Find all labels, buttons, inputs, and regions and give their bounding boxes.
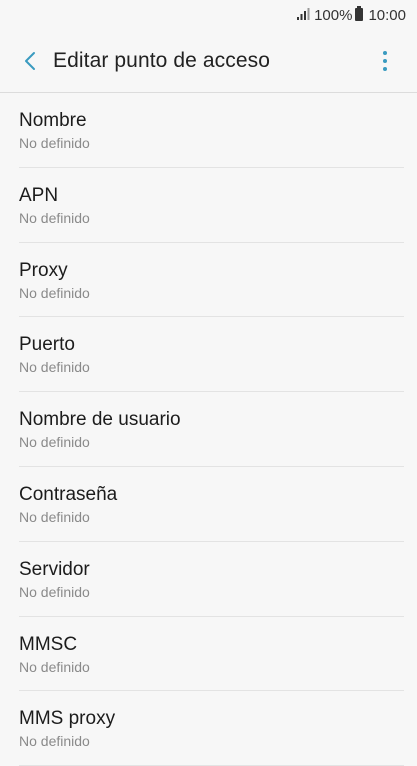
setting-nombre-de-usuario[interactable]: Nombre de usuario No definido <box>0 392 417 467</box>
setting-label: Contraseña <box>19 483 118 505</box>
battery-percentage: 100% <box>314 6 353 24</box>
setting-value: No definido <box>19 209 90 226</box>
setting-mms-proxy[interactable]: MMS proxy No definido <box>0 691 417 766</box>
setting-label: MMS proxy <box>19 708 116 730</box>
setting-value: No definido <box>19 284 90 301</box>
more-vertical-icon <box>383 51 387 55</box>
chevron-left-icon <box>25 52 35 70</box>
status-bar: 100% 10:00 <box>0 0 417 30</box>
app-bar: Editar punto de acceso <box>0 30 417 92</box>
setting-label: Nombre de usuario <box>19 409 181 431</box>
more-options-button[interactable] <box>373 42 397 80</box>
setting-label: MMSC <box>19 633 78 655</box>
setting-value: No definido <box>19 359 90 376</box>
setting-value: No definido <box>19 135 90 151</box>
clock: 10:00 <box>368 6 406 24</box>
setting-nombre[interactable]: Nombre No definido <box>0 93 417 168</box>
setting-apn[interactable]: APN No definido <box>0 168 417 243</box>
setting-value: No definido <box>19 434 90 451</box>
apn-settings-list: Nombre No definido APN No definido Proxy… <box>0 93 417 766</box>
setting-value: No definido <box>19 583 90 600</box>
setting-servidor[interactable]: Servidor No definido <box>0 542 417 617</box>
setting-value: No definido <box>19 508 90 525</box>
setting-value: No definido <box>19 733 90 750</box>
setting-contrasena[interactable]: Contraseña No definido <box>0 467 417 542</box>
setting-label: Puerto <box>19 334 75 356</box>
setting-label: Nombre <box>19 110 87 131</box>
setting-puerto[interactable]: Puerto No definido <box>0 317 417 392</box>
battery-icon <box>355 5 364 21</box>
setting-mmsc[interactable]: MMSC No definido <box>0 617 417 692</box>
page-title: Editar punto de acceso <box>53 49 271 72</box>
setting-label: APN <box>19 184 59 206</box>
signal-icon <box>297 8 310 20</box>
setting-label: Proxy <box>19 259 68 281</box>
setting-value: No definido <box>19 658 90 675</box>
back-button[interactable] <box>12 39 48 83</box>
setting-proxy[interactable]: Proxy No definido <box>0 243 417 318</box>
setting-label: Servidor <box>19 558 90 580</box>
